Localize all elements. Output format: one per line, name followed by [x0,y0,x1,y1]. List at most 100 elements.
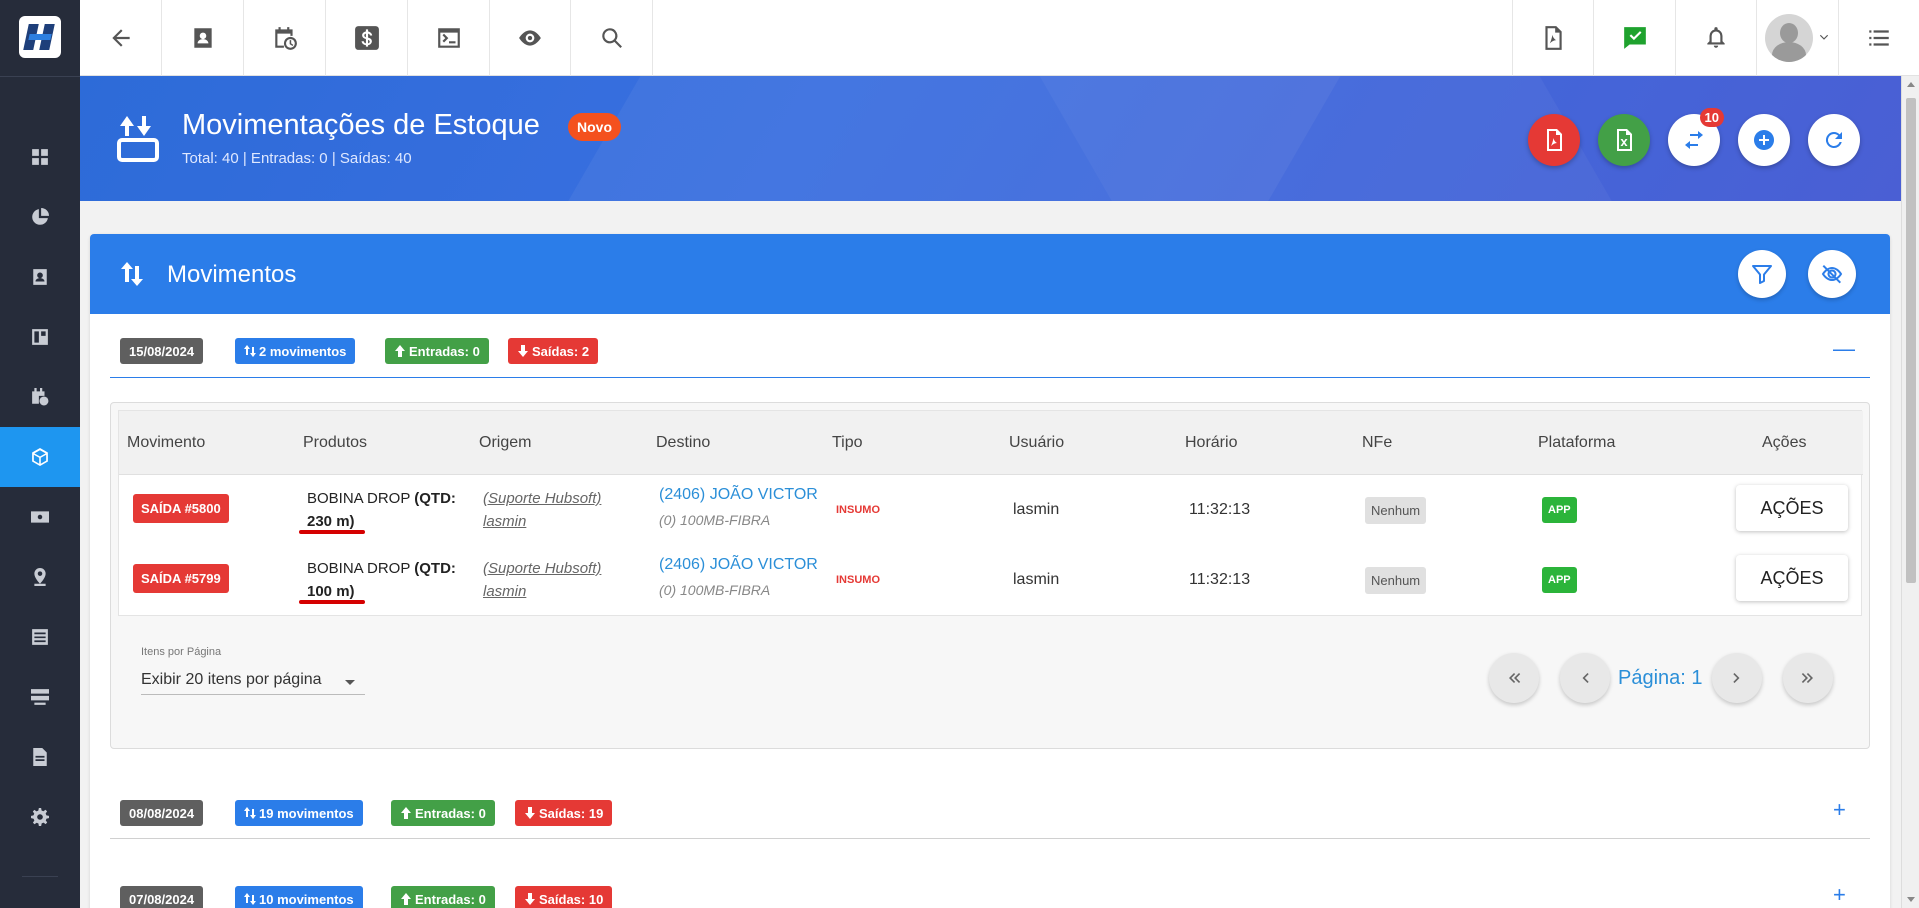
user-menu-button[interactable] [1756,0,1838,76]
search-button[interactable] [571,0,653,76]
notifications-button[interactable] [1675,0,1756,76]
schedule-button[interactable] [244,0,326,76]
add-movement-button[interactable] [1738,114,1790,166]
column-header[interactable]: Plataforma [1538,434,1615,452]
group-entradas-badge: Entradas: 0 [391,886,495,908]
sidebar [0,0,80,908]
logo-mark-icon [23,22,56,52]
eye-off-icon [1821,265,1843,284]
calendar-clock-icon [32,388,49,406]
chevron-right-icon [1733,673,1740,683]
sidebar-item-map[interactable] [0,547,80,607]
export-pdf-button[interactable] [1528,114,1580,166]
search-icon [601,28,622,48]
filter-button[interactable] [1738,250,1786,298]
expand-toggle[interactable]: + [1833,797,1846,823]
hide-toggle-button[interactable] [1808,250,1856,298]
double-chevron-left-icon [1509,673,1521,683]
last-page-button[interactable] [1783,653,1833,703]
sidebar-item-finance[interactable] [0,487,80,547]
actions-button[interactable]: AÇÕES [1736,485,1848,531]
column-header[interactable]: Tipo [832,434,863,452]
column-header[interactable]: Destino [656,434,710,452]
pdf-icon [1545,26,1562,50]
sidebar-item-dashboard[interactable] [0,127,80,187]
column-header[interactable]: Movimento [127,434,205,452]
group-entradas-badge: Entradas: 0 [385,338,489,364]
page-scrollbar[interactable] [1901,76,1919,908]
group-movements-badge: 2 movimentos [235,338,356,364]
table-header: Movimento Produtos Origem Destino Tipo U… [119,411,1863,475]
sort-arrows-icon [244,345,256,357]
sidebar-item-list[interactable] [0,607,80,667]
chat-check-button[interactable] [1593,0,1675,76]
scroll-down-arrow-icon[interactable] [1907,897,1915,902]
sidebar-item-settings[interactable] [0,787,80,847]
destination-link[interactable]: (2406) JOÃO VICTOR [659,556,818,574]
column-header[interactable]: Usuário [1009,434,1064,452]
origin-cell[interactable]: (Suporte Hubsoft) lasmin [483,557,601,603]
sort-arrows-icon [244,893,256,905]
group-movements-badge: 19 movimentos [235,800,363,826]
group-saidas-text: Saídas: 19 [539,805,604,821]
new-badge: Novo [568,113,621,141]
column-header[interactable]: Horário [1185,434,1237,452]
eye-icon [519,30,541,46]
product-cell: BOBINA DROP (QTD: 100 m) [299,557,467,604]
menu-button[interactable] [1838,0,1919,76]
group-saidas-badge: Saídas: 10 [515,886,613,908]
scrollbar-thumb[interactable] [1906,98,1916,583]
sidebar-item-clients[interactable] [0,247,80,307]
arrow-down-icon [518,345,528,357]
sidebar-item-reports[interactable] [0,187,80,247]
arrow-up-icon [401,893,411,905]
refresh-button[interactable] [1808,114,1860,166]
dashboard-icon [32,149,48,165]
board-icon [32,329,48,345]
table-row: SAÍDA #5800 BOBINA DROP (QTD: 230 m) (Su… [119,475,1863,545]
first-page-button[interactable] [1489,653,1539,703]
product-name: BOBINA DROP [307,560,415,577]
movement-id-badge[interactable]: SAÍDA #5799 [133,564,229,593]
scroll-up-arrow-icon[interactable] [1907,82,1915,87]
map-pin-icon [34,568,46,586]
movements-table-container: Movimento Produtos Origem Destino Tipo U… [110,402,1870,749]
movements-table: Movimento Produtos Origem Destino Tipo U… [118,410,1863,616]
column-header[interactable]: Produtos [303,434,367,452]
server-icon [31,689,49,705]
app-logo[interactable] [19,16,61,58]
sidebar-item-network[interactable] [0,667,80,727]
column-header[interactable]: Origem [479,434,531,452]
sidebar-item-documents[interactable] [0,727,80,787]
terminal-button[interactable] [408,0,490,76]
excel-icon [1617,129,1632,151]
chevron-down-icon [1819,34,1828,40]
next-page-button[interactable] [1712,653,1762,703]
previous-page-button[interactable] [1560,653,1610,703]
finance-button[interactable] [326,0,408,76]
actions-button[interactable]: AÇÕES [1736,555,1848,601]
sidebar-item-inventory[interactable] [0,427,80,487]
calendar-clock-icon [274,27,297,50]
movement-id-badge[interactable]: SAÍDA #5800 [133,494,229,523]
transfers-button[interactable]: 10 [1668,108,1724,166]
column-header[interactable]: NFe [1362,434,1392,452]
sidebar-item-schedule[interactable] [0,367,80,427]
group-saidas-text: Saídas: 10 [539,891,604,907]
destination-link[interactable]: (2406) JOÃO VICTOR [659,486,818,504]
export-excel-button[interactable] [1598,114,1650,166]
contact-card-icon [33,269,47,285]
expand-toggle[interactable]: + [1833,882,1846,908]
items-per-page-select[interactable]: Exibir 20 itens por página [141,663,365,695]
pdf-button[interactable] [1512,0,1593,76]
sidebar-item-board[interactable] [0,307,80,367]
filter-icon [1752,265,1772,284]
group-saidas-badge: Saídas: 2 [508,338,599,364]
origin-cell[interactable]: (Suporte Hubsoft) lasmin [483,487,601,533]
view-button[interactable] [490,0,571,76]
back-button[interactable] [80,0,162,76]
group-entradas-badge: Entradas: 0 [391,800,495,826]
clients-button[interactable] [162,0,244,76]
collapse-toggle[interactable]: — [1833,336,1855,362]
top-bar [80,0,1919,76]
